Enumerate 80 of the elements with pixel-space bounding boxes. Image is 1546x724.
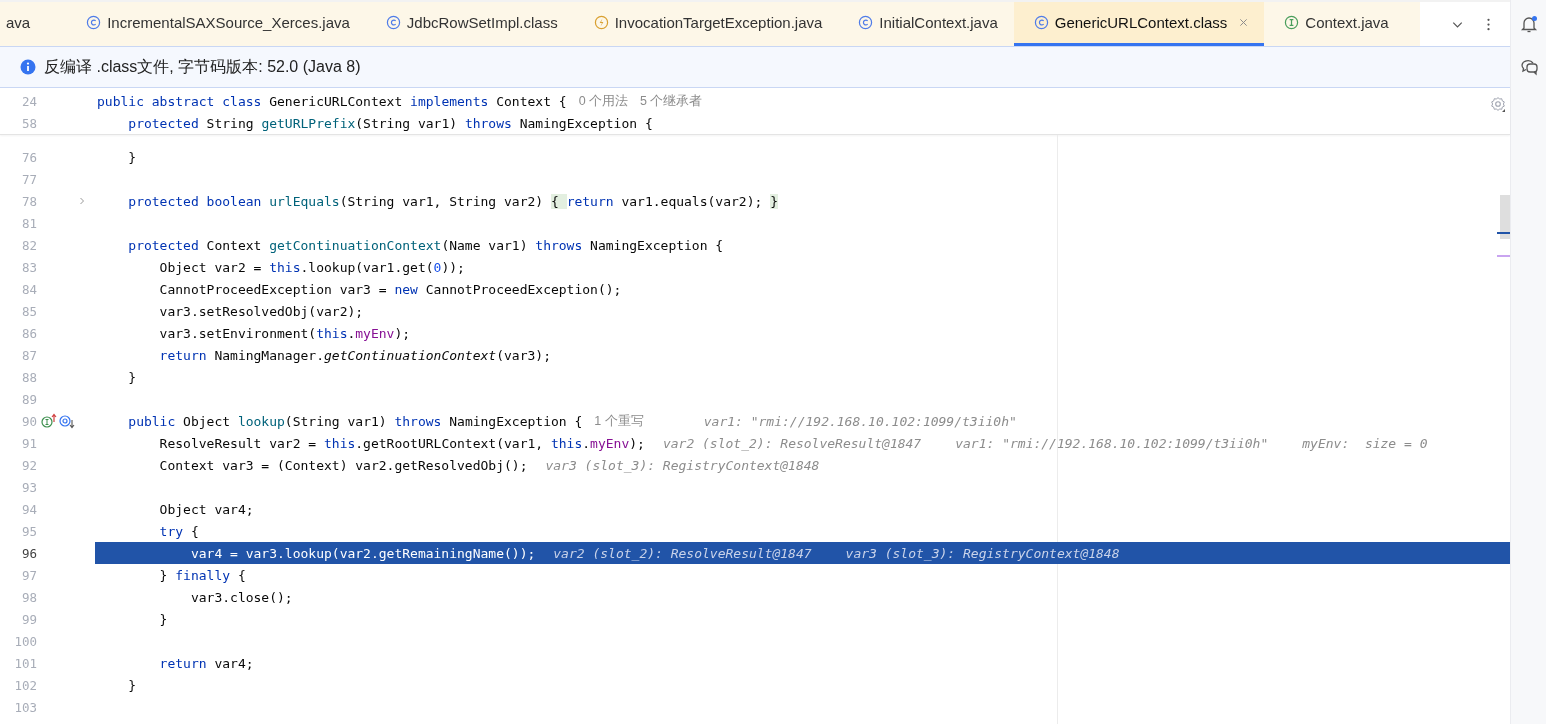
settings-icon[interactable] [1490,96,1506,112]
debug-value: var2 (slot_2): ResolveResult@1847 [662,435,922,451]
info-icon [20,59,36,75]
line-number: 24 [20,93,37,109]
file-tab[interactable]: InvocationTargetException.java [573,2,839,46]
line-number: 78 [20,193,37,209]
debug-value: var1: "rmi://192.168.10.102:1099/t3ii0h" [703,413,1017,429]
debug-value: var1: "rmi://192.168.10.102:1099/t3ii0h" [955,435,1269,451]
line-number: 101 [13,655,37,671]
lightning-icon [593,15,609,30]
line-number: 96 [20,545,37,561]
file-tab[interactable]: JdbcRowSetImpl.class [365,2,574,46]
line-number: 89 [20,391,37,407]
interface-icon [1284,15,1300,30]
line-number: 92 [20,457,37,473]
debug-value: myEnv: size = 0 [1302,435,1428,451]
code-line: return NamingManager.getContinuationContext(var3); [158,347,551,363]
line-number: 90 [20,413,37,429]
code-line: Context var3 = (Context) var2.getResolvedObj(); [158,457,528,473]
line-number: 87 [20,347,37,363]
line-number: 58 [20,115,37,131]
line-number: 81 [20,215,37,231]
scrollbar-thumb[interactable] [1500,195,1510,239]
line-number: 95 [20,523,37,539]
line-number: 77 [20,171,37,187]
line-number: 91 [20,435,37,451]
code-line: } [127,369,137,385]
usage-hint[interactable]: 0 个用法 [578,92,629,110]
line-number: 94 [20,501,37,517]
usage-hint[interactable]: 1 个重写 [594,412,644,430]
code-line: protected Context getContinuationContext(Name var1) throws NamingException { [127,237,724,253]
code-line: try { [158,523,199,539]
code-line: var3.close(); [189,589,293,605]
file-tab[interactable]: InitialContext.java [838,2,1014,46]
line-number: 100 [13,633,37,649]
code-line: protected String getURLPrefix(String var1) throws NamingException { [127,115,653,131]
line-number: 82 [20,237,37,253]
code-line: protected boolean urlEquals(String var1, String var2) { return var1.equals(var2); } [127,193,778,209]
banner-text: 反编译 .class文件, 字节码版本: 52.0 (Java 8) [44,56,361,77]
line-number: 103 [13,699,37,715]
class-icon [858,15,874,30]
debug-value: var3 (slot_3): RegistryContext@1848 [545,457,820,473]
file-tab[interactable]: ava [0,2,67,46]
class-icon [86,15,102,30]
code-line: } [158,611,168,627]
code-line: var3.setResolvedObj(var2); [158,303,364,319]
line-number: 88 [20,369,37,385]
line-number: 99 [20,611,37,627]
implements-icon[interactable] [41,413,57,429]
code-line: ResolveResult var2 = this.getRootURLContext(var1, this.myEnv); [158,435,645,451]
line-number: 84 [20,281,37,297]
code-line: } [127,149,137,165]
line-number: 102 [13,677,37,693]
file-tab[interactable]: Context.java [1264,2,1405,46]
code-line: var3.setEnvironment(this.myEnv); [158,325,411,341]
debug-value: var3 (slot_3): RegistryContext@1848 [845,545,1120,561]
line-number: 98 [20,589,37,605]
code-line: Object var4; [158,501,254,517]
usage-hint[interactable]: 5 个继承者 [640,92,703,110]
file-tab[interactable]: IncrementalSAXSource_Xerces.java [66,2,366,46]
class-icon [385,15,401,30]
line-number: 86 [20,325,37,341]
code-line: var4 = var3.lookup(var2.getRemainingName()); [189,545,536,561]
line-number: 76 [20,149,37,165]
line-number: 85 [20,303,37,319]
code-line: Object var2 = this.lookup(var1.get(0)); [158,259,465,275]
line-number: 93 [20,479,37,495]
code-line: CannotProceedException var3 = new CannotProceedException(); [158,281,622,297]
file-tab[interactable]: GenericURLContext.class [1013,2,1265,46]
code-line: return var4; [158,655,254,671]
overridden-icon[interactable] [59,413,75,429]
line-number: 97 [20,567,37,583]
code-line: } [127,677,137,693]
close-icon[interactable] [1239,18,1249,27]
code-line: public abstract class GenericURLContext implements Context { [97,93,567,109]
debug-value: var2 (slot_2): ResolveResult@1847 [553,545,812,561]
code-line: } finally { [158,567,246,583]
code-line: public Object lookup(String var1) throws NamingException { [127,413,583,429]
class-icon [1033,15,1049,30]
line-number: 83 [20,259,37,275]
